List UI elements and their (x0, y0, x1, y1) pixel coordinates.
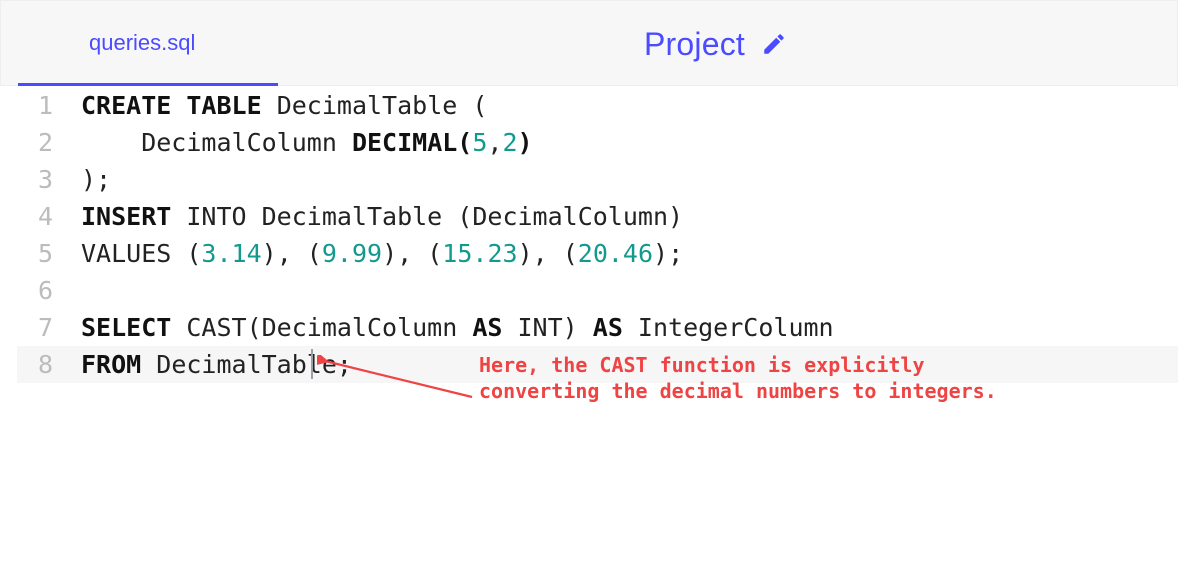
line-number: 6 (17, 272, 67, 309)
line-number: 8 (17, 346, 67, 383)
code-line (81, 272, 834, 309)
code-line: DecimalColumn DECIMAL(5,2) (81, 124, 834, 161)
code-line: SELECT CAST(DecimalColumn AS INT) AS Int… (81, 309, 834, 346)
annotation-line: Here, the CAST function is explicitly (479, 352, 997, 378)
line-number-gutter: 1 2 3 4 5 6 7 8 (17, 87, 67, 383)
line-number: 5 (17, 235, 67, 272)
line-number: 1 (17, 87, 67, 124)
annotation-text: Here, the CAST function is explicitly co… (479, 352, 997, 404)
code-line: VALUES (3.14), (9.99), (15.23), (20.46); (81, 235, 834, 272)
code-line: INSERT INTO DecimalTable (DecimalColumn) (81, 198, 834, 235)
code-line: ); (81, 161, 834, 198)
line-number: 4 (17, 198, 67, 235)
pencil-icon[interactable] (761, 31, 787, 57)
tab-queries-sql[interactable]: queries.sql (1, 1, 233, 85)
line-number: 7 (17, 309, 67, 346)
code-line: CREATE TABLE DecimalTable ( (81, 87, 834, 124)
annotation-line: converting the decimal numbers to intege… (479, 378, 997, 404)
tab-label: queries.sql (89, 30, 195, 56)
project-label: Project (644, 26, 745, 63)
line-number: 3 (17, 161, 67, 198)
tab-active-underline (18, 83, 278, 86)
code-editor[interactable]: 1 2 3 4 5 6 7 8 CREATE TABLE DecimalTabl… (17, 87, 1178, 570)
project-area: Project (644, 1, 787, 87)
line-number: 2 (17, 124, 67, 161)
editor-header: queries.sql Project (0, 0, 1178, 86)
text-cursor (311, 349, 313, 379)
code-content[interactable]: CREATE TABLE DecimalTable ( DecimalColum… (81, 87, 834, 383)
